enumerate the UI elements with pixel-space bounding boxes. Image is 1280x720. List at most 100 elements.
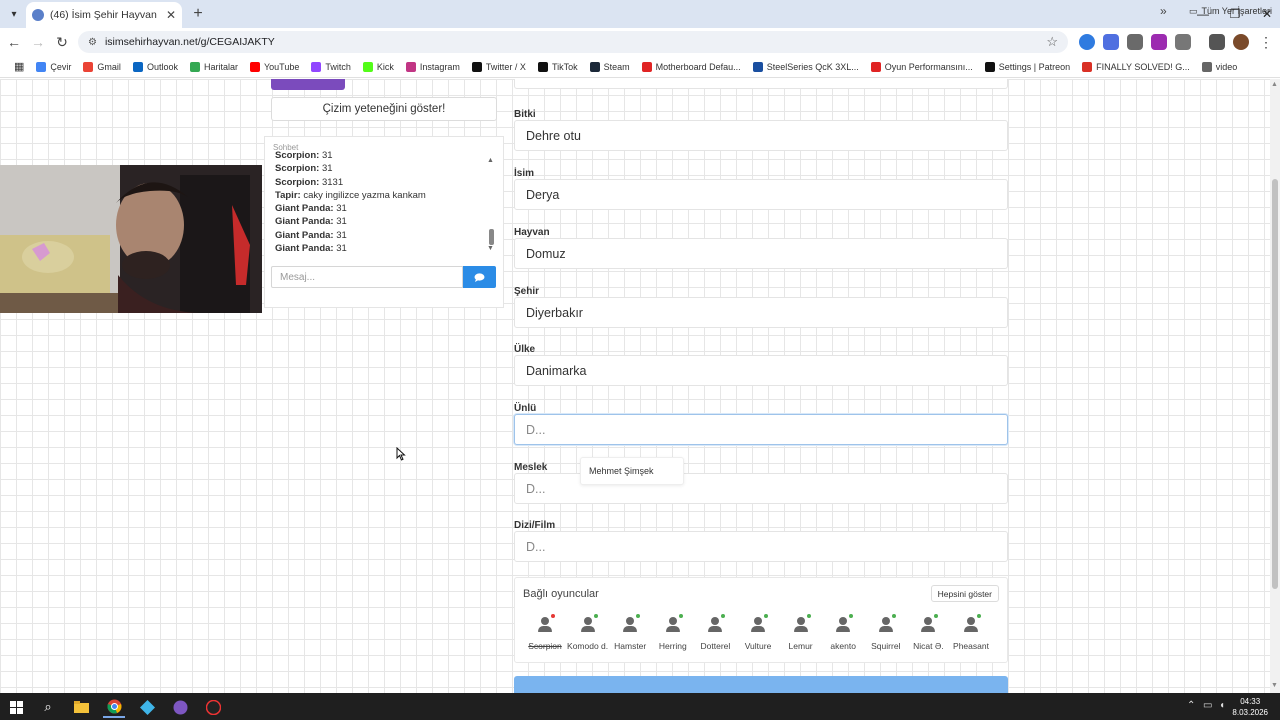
bookmark-label: Settings | Patreon bbox=[998, 61, 1071, 72]
bookmarks-bar: ▦ Çevir Gmail Outlook Haritalar YouTube Twitc… bbox=[0, 56, 1280, 78]
send-message-button[interactable] bbox=[463, 266, 496, 288]
bookmark-item[interactable]: Outlook bbox=[127, 57, 184, 77]
chat-text: 31 bbox=[333, 203, 347, 215]
page-scrollbar[interactable]: ▲ ▼ bbox=[1270, 79, 1280, 693]
puzzle-icon[interactable] bbox=[1175, 34, 1191, 50]
field-label: Şehir bbox=[514, 286, 540, 297]
autocomplete-suggestion[interactable]: Mehmet Şimşek bbox=[580, 457, 684, 485]
answer-input[interactable]: Diyerbakır bbox=[514, 297, 1008, 328]
search-icon[interactable]: ⌕ bbox=[37, 696, 59, 718]
reading-list-icon[interactable] bbox=[1209, 34, 1225, 50]
address-bar[interactable]: ⚙ isimsehirhayvan.net/g/CEGAIJAKTY ☆ bbox=[78, 31, 1068, 53]
bookmark-item[interactable]: YouTube bbox=[244, 57, 305, 77]
bookmark-item[interactable]: Settings | Patreon bbox=[979, 57, 1076, 77]
bookmark-item[interactable]: Haritalar bbox=[184, 57, 244, 77]
answer-input[interactable]: Dehre otu bbox=[514, 120, 1008, 151]
extension-icon[interactable] bbox=[1151, 34, 1167, 50]
player-item[interactable]: Scorpion bbox=[521, 614, 569, 651]
connected-players-panel: Bağlı oyuncular Hepsini göster Scorpion K… bbox=[514, 577, 1008, 663]
reload-icon[interactable]: ↻ bbox=[52, 32, 72, 52]
bookmark-label: Motherboard Defau... bbox=[655, 61, 741, 72]
app-icon[interactable] bbox=[136, 696, 158, 718]
start-icon[interactable] bbox=[5, 696, 27, 718]
bookmark-item[interactable]: TikTok bbox=[532, 57, 584, 77]
file-explorer-icon[interactable] bbox=[70, 696, 92, 718]
players-title: Bağlı oyuncular bbox=[523, 588, 599, 600]
chat-scroll-down-icon[interactable]: ▼ bbox=[487, 245, 494, 252]
forward-icon[interactable]: → bbox=[28, 32, 48, 52]
chat-username: Scorpion: bbox=[275, 163, 320, 175]
chat-message: Giant Panda: 31 bbox=[275, 202, 485, 215]
player-item[interactable]: Squirrel bbox=[862, 614, 910, 651]
site-favicon-icon bbox=[32, 9, 44, 21]
chat-scrollbar[interactable] bbox=[489, 229, 494, 245]
active-tab[interactable]: (46) İsim Şehir Hayvan oyunun... ✕ bbox=[26, 2, 182, 28]
browser-toolbar: ← → ↻ ⚙ isimsehirhayvan.net/g/CEGAIJAKTY… bbox=[0, 28, 1280, 56]
new-tab-button[interactable]: + bbox=[188, 4, 208, 24]
status-dot-icon bbox=[764, 614, 768, 618]
player-item[interactable]: Nicat Ə. bbox=[904, 614, 952, 651]
bookmark-item[interactable]: Gmail bbox=[77, 57, 127, 77]
bookmark-item[interactable]: SteelSeries QcK 3XL... bbox=[747, 57, 865, 77]
bookmark-item[interactable]: Twitch bbox=[305, 57, 357, 77]
field-label: İsim bbox=[514, 168, 535, 179]
extension-icon[interactable] bbox=[1079, 34, 1095, 50]
apps-icon[interactable]: ▦ bbox=[8, 57, 30, 77]
extension-icon[interactable] bbox=[1127, 34, 1143, 50]
bookmark-star-icon[interactable]: ☆ bbox=[1046, 34, 1058, 50]
chat-scroll-up-icon[interactable]: ▲ bbox=[487, 157, 494, 164]
player-item[interactable]: akento bbox=[819, 614, 867, 651]
status-dot-icon bbox=[551, 614, 555, 618]
bookmark-item[interactable]: video bbox=[1196, 57, 1244, 77]
extension-icon[interactable] bbox=[1103, 34, 1119, 50]
twitch-badge[interactable] bbox=[271, 79, 345, 90]
site-info-icon[interactable]: ⚙ bbox=[88, 37, 97, 48]
tray-chevron-icon[interactable]: ⌃ bbox=[1187, 700, 1195, 711]
bookmark-item[interactable]: Kick bbox=[357, 57, 400, 77]
answer-input[interactable]: D... bbox=[514, 531, 1008, 562]
back-icon[interactable]: ← bbox=[4, 32, 24, 52]
user-avatar-icon bbox=[662, 614, 684, 636]
answer-input[interactable]: Derya bbox=[514, 179, 1008, 210]
player-item[interactable]: Herring bbox=[649, 614, 697, 651]
discord-icon[interactable] bbox=[169, 696, 191, 718]
player-item[interactable]: Dotterel bbox=[691, 614, 739, 651]
chat-username: Giant Panda: bbox=[275, 216, 334, 228]
all-bookmarks-button[interactable]: ▭ Tüm Yer İşaretleri bbox=[1189, 0, 1272, 22]
submit-button[interactable] bbox=[514, 676, 1008, 693]
profile-avatar[interactable] bbox=[1233, 34, 1249, 50]
chat-message-input[interactable]: Mesaj... bbox=[271, 266, 463, 288]
tab-search-button[interactable]: ▾ bbox=[4, 4, 24, 24]
answer-input-prev[interactable]: Dildo bbox=[514, 79, 1008, 89]
more-bookmarks-icon[interactable]: » bbox=[1160, 0, 1167, 22]
page-scrollbar-thumb[interactable] bbox=[1272, 179, 1278, 589]
answer-input[interactable]: Domuz bbox=[514, 238, 1008, 269]
chat-text: 31 bbox=[333, 216, 347, 228]
bookmark-item[interactable]: Oyun Performansını... bbox=[865, 57, 979, 77]
player-item[interactable]: Hamster bbox=[606, 614, 654, 651]
chat-log[interactable]: Scorpion: 31 Scorpion: 31 Scorpion: 3131 Ta… bbox=[275, 149, 485, 255]
player-item[interactable]: Vulture bbox=[734, 614, 782, 651]
bookmark-item[interactable]: FINALLY SOLVED! G... bbox=[1076, 57, 1196, 77]
show-drawing-button[interactable]: Çizim yeteneğini göster! bbox=[271, 97, 497, 121]
answer-input[interactable]: Danimarka bbox=[514, 355, 1008, 386]
menu-icon[interactable]: ⋮ bbox=[1256, 32, 1276, 52]
obs-icon[interactable] bbox=[202, 696, 224, 718]
player-item[interactable]: Pheasant bbox=[947, 614, 995, 651]
bookmark-item[interactable]: Twitter / X bbox=[466, 57, 532, 77]
bookmark-favicon-icon bbox=[589, 61, 600, 72]
show-all-button[interactable]: Hepsini göster bbox=[930, 585, 999, 602]
clock[interactable]: 04:33 8.03.2026 bbox=[1232, 696, 1268, 718]
answer-input[interactable]: D... bbox=[514, 414, 1008, 445]
player-item[interactable]: Lemur bbox=[777, 614, 825, 651]
tab-close-icon[interactable]: ✕ bbox=[166, 8, 176, 22]
bookmark-item[interactable]: Steam bbox=[584, 57, 636, 77]
bookmark-item[interactable]: Instagram bbox=[400, 57, 466, 77]
network-icon[interactable]: ▭ bbox=[1203, 700, 1212, 711]
bookmark-item[interactable]: Çevir bbox=[30, 57, 77, 77]
player-item[interactable]: Komodo d. bbox=[564, 614, 612, 651]
volume-icon[interactable]: ◖ bbox=[1219, 700, 1225, 711]
bookmark-item[interactable]: Motherboard Defau... bbox=[636, 57, 747, 77]
chat-text: caky ingilizce yazma kankam bbox=[300, 189, 426, 201]
chrome-icon[interactable] bbox=[103, 696, 125, 718]
